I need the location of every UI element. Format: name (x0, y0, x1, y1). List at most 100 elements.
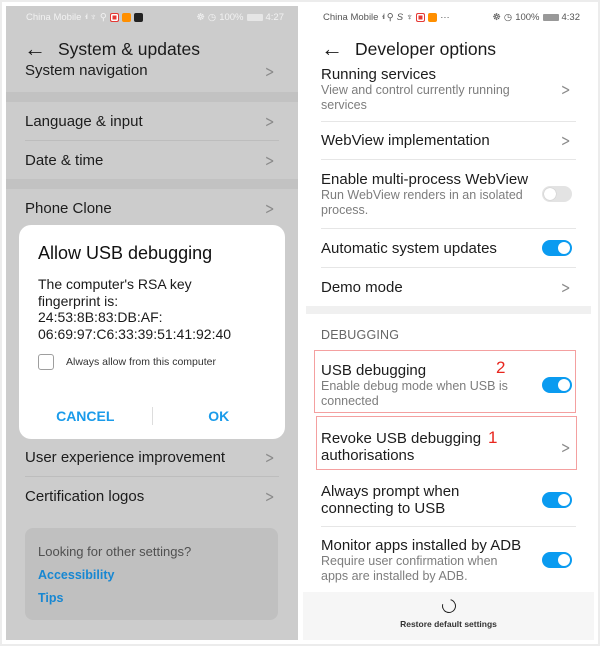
list-item-revoke-usb-authorisations[interactable]: Revoke USB debugging authorisations > (303, 420, 594, 474)
chevron-right-icon: > (264, 62, 274, 81)
dialog-title: Allow USB debugging (38, 243, 213, 263)
chevron-right-icon: > (264, 150, 274, 170)
toggle-knob (544, 188, 556, 200)
page-title: Developer options (355, 38, 497, 59)
item-label: Enable multi-process WebView (321, 170, 529, 188)
other-settings-card: Looking for other settings? Accessibilit… (25, 528, 278, 620)
carrier-label: China Mobile (26, 11, 82, 23)
app-notification-icon (416, 12, 426, 22)
dialog-message: The computer's RSA key fingerprint is: 2… (38, 276, 265, 342)
alarm-icon: ◷ (503, 11, 513, 23)
arrow-left-icon[interactable]: ← (321, 38, 355, 60)
signal-icon: ᐧıl (381, 14, 384, 21)
tips-link[interactable]: Tips (38, 591, 278, 605)
ok-button[interactable]: OK (153, 408, 286, 424)
battery-icon (542, 13, 559, 21)
chevron-right-icon: > (264, 447, 274, 467)
battery-percent: 100% (219, 11, 244, 23)
search-icon: ⚲ (99, 11, 107, 23)
annotation-step-2: 2 (496, 358, 506, 377)
list-item-monitor-adb-apps[interactable]: Monitor apps installed by ADB Require us… (303, 527, 594, 593)
always-prompt-toggle[interactable] (542, 492, 572, 508)
cancel-button[interactable]: CANCEL (19, 408, 152, 424)
item-description: View and control currently running servi… (321, 82, 510, 112)
toggle-knob (558, 379, 570, 391)
dialog-message-line: The computer's RSA key (38, 276, 192, 292)
item-label: Automatic system updates (321, 239, 497, 257)
item-label: Certification logos (25, 487, 145, 505)
tiktok-icon (133, 12, 143, 22)
more-icon: ··· (440, 11, 450, 23)
list-item-usb-debugging[interactable]: USB debugging Enable debug mode when USB… (303, 354, 594, 416)
item-label: Running services (321, 65, 437, 83)
chevron-right-icon: > (264, 111, 274, 131)
item-description: Require user confirmation when apps are … (321, 553, 498, 583)
settings-list: System navigation > Language & input > D… (6, 62, 298, 227)
page-title: System & updates (58, 38, 201, 59)
list-item-certification-logos[interactable]: Certification logos > (6, 477, 298, 515)
list-item-date-time[interactable]: Date & time > (6, 141, 298, 179)
chevron-right-icon: > (560, 437, 570, 457)
restore-defaults-button[interactable]: Restore default settings (303, 592, 594, 640)
monitor-adb-toggle[interactable] (542, 552, 572, 568)
section-divider (6, 92, 298, 102)
automatic-updates-toggle[interactable] (542, 240, 572, 256)
carrier-label: China Mobile (323, 11, 379, 23)
dialog-message-line: fingerprint is: (38, 292, 119, 309)
list-item-demo-mode[interactable]: Demo mode > (303, 268, 594, 306)
list-item-user-experience[interactable]: User experience improvement > (6, 438, 298, 476)
toggle-knob (558, 554, 570, 566)
section-divider (6, 179, 298, 189)
eye-comfort-icon: ☸ (196, 11, 205, 23)
rsa-fingerprint-line: 06:69:97:C6:33:39:51:41:92:40 (38, 325, 232, 342)
item-label: User experience improvement (25, 448, 226, 466)
item-description: Run WebView renders in an isolated proce… (321, 187, 523, 217)
item-label: WebView implementation (321, 132, 490, 149)
item-label: Revoke USB debugging authorisations (321, 430, 482, 464)
battery-percent: 100% (515, 11, 540, 23)
other-settings-title: Looking for other settings? (38, 544, 192, 559)
restore-icon (438, 596, 459, 616)
restore-label: Restore default settings (400, 619, 497, 629)
signal-icon: ᐧıl (84, 14, 87, 21)
multi-process-webview-toggle[interactable] (542, 186, 572, 202)
usb-icon: ♆ (89, 11, 97, 23)
clock: 4:32 (561, 11, 581, 23)
alarm-icon: ◷ (207, 11, 217, 23)
chevron-right-icon: > (560, 277, 570, 297)
battery-icon (246, 13, 263, 21)
chevron-right-icon: > (264, 198, 274, 218)
item-label: Demo mode (321, 278, 403, 296)
dialog-actions: CANCEL OK (19, 407, 285, 425)
list-item-always-prompt-usb[interactable]: Always prompt when connecting to USB (303, 474, 594, 526)
s-app-icon: S (396, 11, 404, 23)
accessibility-link[interactable]: Accessibility (38, 568, 278, 582)
toggle-knob (558, 242, 570, 254)
section-divider (306, 306, 591, 314)
always-allow-checkbox[interactable] (38, 354, 54, 370)
always-allow-option[interactable]: Always allow from this computer (38, 354, 265, 370)
toggle-knob (558, 494, 570, 506)
item-label: Date & time (25, 151, 104, 169)
left-screen-system-updates: China Mobile ᐧıl ♆ ⚲ ☸ ◷ 100% 4:27 ← Sys… (6, 6, 298, 640)
search-icon: ⚲ (386, 11, 394, 23)
app-notification-icon (121, 12, 131, 22)
allow-usb-debugging-dialog: Allow USB debugging The computer's RSA k… (19, 225, 285, 439)
item-label: Always prompt when connecting to USB (321, 483, 460, 517)
item-description: Enable debug mode when USB is connected (321, 378, 508, 408)
list-item-phone-clone[interactable]: Phone Clone > (6, 189, 298, 227)
status-bar: China Mobile ᐧıl ⚲ S ♆ ··· ☸ ◷ 100% 4:32 (303, 6, 594, 28)
chevron-right-icon: > (264, 486, 274, 506)
clock: 4:27 (265, 11, 285, 23)
list-item-multi-process-webview[interactable]: Enable multi-process WebView Run WebView… (303, 160, 594, 228)
arrow-left-icon[interactable]: ← (24, 38, 58, 60)
list-item-language-input[interactable]: Language & input > (6, 102, 298, 140)
list-item-running-services[interactable]: Running services View and control curren… (303, 64, 594, 114)
usb-debugging-toggle[interactable] (542, 377, 572, 393)
item-label: Language & input (25, 112, 143, 130)
eye-comfort-icon: ☸ (492, 11, 501, 23)
list-item-system-navigation[interactable]: System navigation > (6, 62, 298, 92)
list-item-webview-implementation[interactable]: WebView implementation > (303, 122, 594, 159)
list-item-automatic-system-updates[interactable]: Automatic system updates (303, 229, 594, 267)
always-allow-label: Always allow from this computer (66, 356, 216, 368)
